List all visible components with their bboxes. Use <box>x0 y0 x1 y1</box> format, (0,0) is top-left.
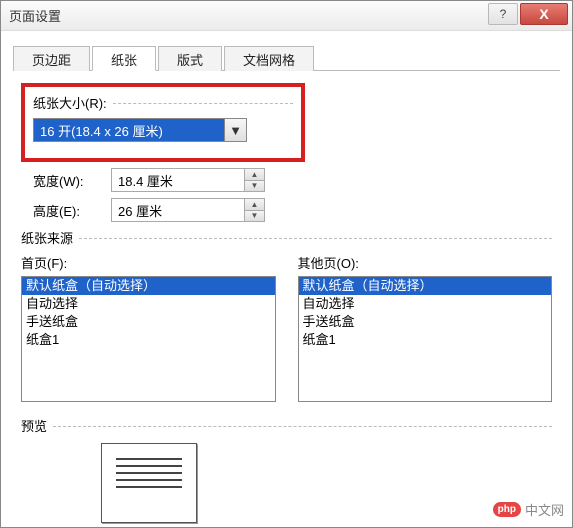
first-page-listbox[interactable]: 默认纸盒（自动选择） 自动选择 手送纸盒 纸盒1 <box>21 276 276 402</box>
preview-label: 预览 <box>21 416 47 435</box>
other-page-label: 其他页(O): <box>298 253 553 272</box>
height-row: 高度(E): 26 厘米 ▲ ▼ <box>33 198 552 222</box>
tab-bar: 页边距 纸张 版式 文档网格 <box>13 45 560 71</box>
width-value: 18.4 厘米 <box>112 169 244 191</box>
list-item[interactable]: 纸盒1 <box>22 331 275 349</box>
help-icon: ? <box>500 7 507 21</box>
chevron-down-icon[interactable]: ▼ <box>224 119 246 141</box>
paper-size-highlight: 纸张大小(R): 16 开(18.4 x 26 厘米) ▼ <box>21 83 305 162</box>
paper-source-area: 首页(F): 默认纸盒（自动选择） 自动选择 手送纸盒 纸盒1 其他页(O): … <box>21 253 552 402</box>
window-title: 页面设置 <box>9 6 564 25</box>
watermark-text: 中文网 <box>525 500 564 519</box>
paper-size-group-head: 纸张大小(R): <box>33 93 293 112</box>
chevron-down-icon[interactable]: ▼ <box>245 181 264 192</box>
page-setup-dialog: 页面设置 ? X 页边距 纸张 版式 文档网格 纸张大小(R): <box>0 0 573 528</box>
height-value: 26 厘米 <box>112 199 244 221</box>
dialog-body: 页边距 纸张 版式 文档网格 纸张大小(R): 16 开(18.4 x 26 厘… <box>1 31 572 523</box>
paper-source-label: 纸张来源 <box>21 228 73 247</box>
titlebar: 页面设置 ? X <box>1 1 572 31</box>
chevron-down-icon[interactable]: ▼ <box>245 211 264 222</box>
first-page-label: 首页(F): <box>21 253 276 272</box>
list-item[interactable]: 默认纸盒（自动选择） <box>299 277 552 295</box>
paper-size-label: 纸张大小(R): <box>33 93 107 112</box>
list-item[interactable]: 自动选择 <box>299 295 552 313</box>
tab-paper[interactable]: 纸张 <box>92 46 156 71</box>
width-label: 宽度(W): <box>33 171 111 190</box>
tab-grid[interactable]: 文档网格 <box>224 46 314 71</box>
paper-source-group-head: 纸张来源 <box>21 228 552 247</box>
paper-panel: 纸张大小(R): 16 开(18.4 x 26 厘米) ▼ 宽度(W): 18.… <box>13 71 560 523</box>
php-badge: php <box>493 502 521 517</box>
height-label: 高度(E): <box>33 201 111 220</box>
height-input[interactable]: 26 厘米 ▲ ▼ <box>111 198 265 222</box>
other-page-col: 其他页(O): 默认纸盒（自动选择） 自动选择 手送纸盒 纸盒1 <box>298 253 553 402</box>
width-spinner[interactable]: ▲ ▼ <box>244 169 264 191</box>
paper-size-combo[interactable]: 16 开(18.4 x 26 厘米) ▼ <box>33 118 247 142</box>
preview-group-head: 预览 <box>21 416 552 435</box>
chevron-up-icon[interactable]: ▲ <box>245 169 264 181</box>
titlebar-buttons: ? X <box>488 3 568 25</box>
width-row: 宽度(W): 18.4 厘米 ▲ ▼ <box>33 168 552 192</box>
list-item[interactable]: 手送纸盒 <box>22 313 275 331</box>
help-button[interactable]: ? <box>488 3 518 25</box>
watermark: php 中文网 <box>493 500 564 519</box>
tab-margins[interactable]: 页边距 <box>13 46 90 71</box>
divider <box>113 103 293 104</box>
chevron-up-icon[interactable]: ▲ <box>245 199 264 211</box>
width-input[interactable]: 18.4 厘米 ▲ ▼ <box>111 168 265 192</box>
list-item[interactable]: 默认纸盒（自动选择） <box>22 277 275 295</box>
paper-size-value: 16 开(18.4 x 26 厘米) <box>34 119 224 141</box>
divider <box>53 426 552 427</box>
close-button[interactable]: X <box>520 3 568 25</box>
paper-size-row: 16 开(18.4 x 26 厘米) ▼ <box>33 118 293 142</box>
divider <box>79 238 552 239</box>
list-item[interactable]: 自动选择 <box>22 295 275 313</box>
list-item[interactable]: 纸盒1 <box>299 331 552 349</box>
close-icon: X <box>539 6 548 22</box>
preview-page-thumbnail <box>101 443 197 523</box>
other-page-listbox[interactable]: 默认纸盒（自动选择） 自动选择 手送纸盒 纸盒1 <box>298 276 553 402</box>
first-page-col: 首页(F): 默认纸盒（自动选择） 自动选择 手送纸盒 纸盒1 <box>21 253 276 402</box>
height-spinner[interactable]: ▲ ▼ <box>244 199 264 221</box>
tab-layout[interactable]: 版式 <box>158 46 222 71</box>
list-item[interactable]: 手送纸盒 <box>299 313 552 331</box>
